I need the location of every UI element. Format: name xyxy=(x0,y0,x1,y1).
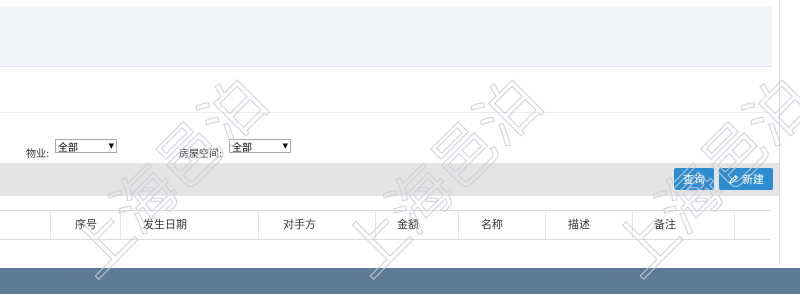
column-divider xyxy=(545,211,546,239)
room-space-select-value: 全部 xyxy=(232,142,252,154)
property-filter-label: 物业: xyxy=(26,149,50,160)
dropdown-arrow-icon: ▼ xyxy=(108,142,114,150)
room-space-filter-label: 房屋空间: xyxy=(179,149,223,160)
property-select-value: 全部 xyxy=(58,142,78,154)
column-header-index[interactable]: 序号 xyxy=(75,211,97,239)
column-divider xyxy=(458,211,459,239)
query-button[interactable]: 查询 xyxy=(674,168,714,190)
room-space-select[interactable]: 全部 ▼ xyxy=(229,139,291,154)
column-divider xyxy=(632,211,633,239)
column-divider xyxy=(258,211,259,239)
bottom-edge xyxy=(0,294,800,298)
column-header-description[interactable]: 描述 xyxy=(568,211,590,239)
new-button-label: 新建 xyxy=(742,173,764,186)
new-button[interactable]: 新建 xyxy=(719,168,773,190)
column-header-name[interactable]: 名称 xyxy=(481,211,503,239)
column-header-amount[interactable]: 金额 xyxy=(397,211,419,239)
dropdown-arrow-icon: ▼ xyxy=(282,142,288,150)
content-right-border xyxy=(779,0,780,264)
footer-bar xyxy=(0,268,800,294)
table-header: 序号 发生日期 对手方 金额 名称 描述 备注 xyxy=(0,210,770,240)
top-panel-edge xyxy=(0,0,772,6)
column-header-date[interactable]: 发生日期 xyxy=(143,211,187,239)
top-panel xyxy=(0,0,772,67)
pencil-icon xyxy=(729,174,739,184)
query-button-label: 查询 xyxy=(683,173,705,186)
column-divider xyxy=(734,211,735,239)
column-divider xyxy=(50,211,51,239)
column-divider xyxy=(120,211,121,239)
column-header-counterparty[interactable]: 对手方 xyxy=(283,211,316,239)
column-header-remark[interactable]: 备注 xyxy=(654,211,676,239)
action-toolbar xyxy=(0,163,779,196)
property-select[interactable]: 全部 ▼ xyxy=(55,139,117,154)
section-divider xyxy=(0,112,772,113)
column-divider xyxy=(375,211,376,239)
